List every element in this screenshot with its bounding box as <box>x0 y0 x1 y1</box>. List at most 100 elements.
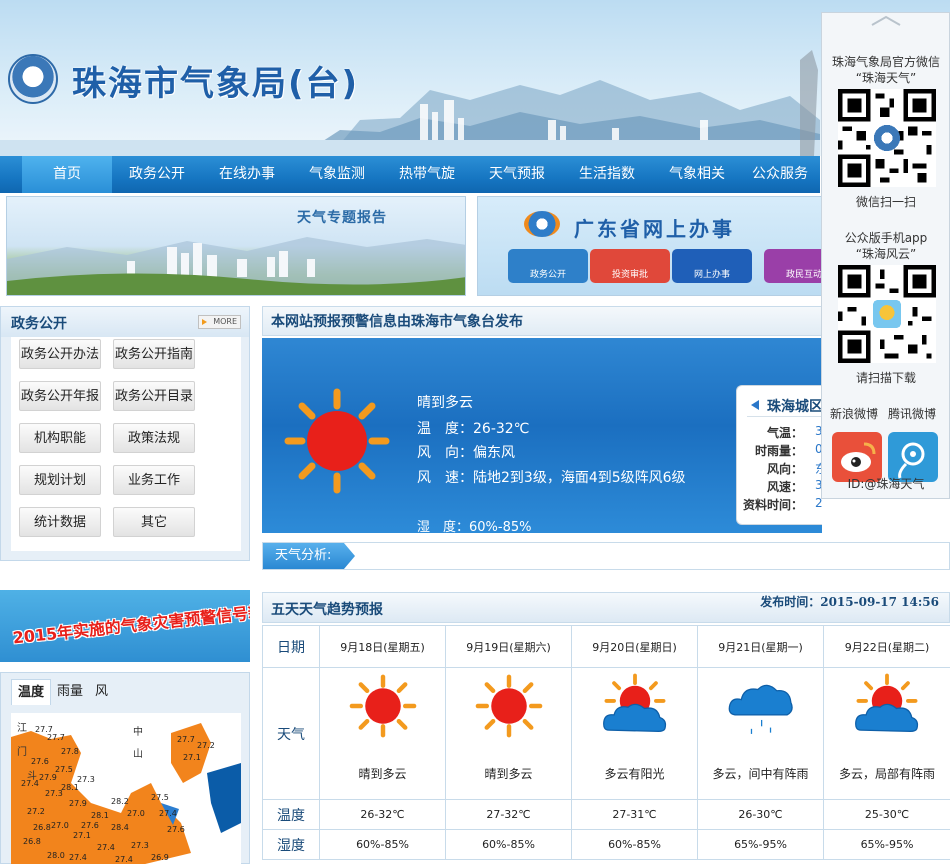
site-header: 珠海市气象局(台) <box>0 0 950 156</box>
sun-icon <box>475 674 542 738</box>
more-link[interactable]: MORE <box>198 315 241 329</box>
gd-btn-online[interactable]: 网上办事 <box>672 249 752 283</box>
weather-analysis-label[interactable]: 天气分析: <box>263 543 355 569</box>
tab-wind[interactable]: 风 <box>89 679 114 705</box>
map-label: 澳门 <box>191 854 207 863</box>
forecast-date: 9月20日(星期日) <box>571 625 698 668</box>
map-value: 27.2 <box>197 741 215 750</box>
gov-btn-functions[interactable]: 机构职能 <box>19 423 101 453</box>
gov-btn-other[interactable]: 其它 <box>113 507 195 537</box>
gov-btn-catalog[interactable]: 政务公开目录 <box>113 381 195 411</box>
qr-float-panel: 珠海气象局官方微信 “珠海天气” 微信扫一扫 公众版手机app “珠海风云” 请… <box>821 12 950 499</box>
map-value: 27.8 <box>61 747 79 756</box>
nav-item-public-service[interactable]: 公众服务 <box>742 156 818 193</box>
nav-item-life-index[interactable]: 生活指数 <box>562 156 652 193</box>
forecast-desc: 多云有阳光 <box>571 747 698 800</box>
gd-btn-gov-open[interactable]: 政务公开 <box>508 249 588 283</box>
forecast-header: 五天天气趋势预报 发布时间：2015-09-17 14:56 <box>262 592 950 623</box>
cloud-rain-icon <box>728 684 793 735</box>
gov-btn-guide[interactable]: 政务公开指南 <box>113 339 195 369</box>
gov-btn-plan[interactable]: 规划计划 <box>19 465 101 495</box>
gov-btn-method[interactable]: 政务公开办法 <box>19 339 101 369</box>
nav-item-forecast[interactable]: 天气预报 <box>472 156 562 193</box>
forecast-published: 发布时间：2015-09-17 14:56 <box>760 593 939 610</box>
sun-cloud-icon <box>855 673 919 733</box>
main-nav: 首页 政务公开 在线办事 气象监测 热带气旋 天气预报 生活指数 气象相关 公众… <box>0 156 820 193</box>
forecast-desc: 多云，局部有阵雨 <box>823 747 950 800</box>
city-row-label: 资料时间： <box>742 498 803 512</box>
gov-btn-policy[interactable]: 政策法规 <box>113 423 195 453</box>
collapse-arrow-icon[interactable] <box>870 15 902 27</box>
map-value: 27.7 <box>177 735 195 744</box>
nav-item-home[interactable]: 首页 <box>22 156 112 193</box>
qr-code-icon <box>838 265 936 363</box>
map-value: 27.4 <box>97 843 115 852</box>
map-value: 27.0 <box>127 809 145 818</box>
city-name: 珠海城区 <box>767 399 823 415</box>
nav-item-monitoring[interactable]: 气象监测 <box>292 156 382 193</box>
bureau-logo[interactable] <box>8 54 58 104</box>
table-row: 晴到多云 晴到多云 多云有阳光 多云，间中有阵雨 多云，局部有阵雨 <box>263 747 950 800</box>
warning-icons-banner[interactable]: 2015年实施的气象灾害预警信号新图标 <box>0 590 250 662</box>
weibo-id: ID:@珠海天气 <box>847 477 925 491</box>
gov-open-body: 政务公开办法 政务公开指南 政务公开年报 政务公开目录 机构职能 政策法规 规划… <box>11 337 241 551</box>
map-value: 28.2 <box>111 797 129 806</box>
map-label: 山 <box>133 749 143 760</box>
wechat-name: “珠海天气” <box>855 71 917 85</box>
forecast-temp: 26-32℃ <box>319 799 446 830</box>
forecast-temp: 26-30℃ <box>697 799 824 830</box>
forecast-temp: 27-32℃ <box>445 799 572 830</box>
gd-btn-invest[interactable]: 投资审批 <box>590 249 670 283</box>
site-title: 珠海市气象局(台) <box>72 64 360 104</box>
forecast-table: 日期 9月18日(星期五) 9月19日(星期六) 9月20日(星期日) 9月21… <box>262 625 950 860</box>
gov-btn-statistics[interactable]: 统计数据 <box>19 507 101 537</box>
nav-item-related[interactable]: 气象相关 <box>652 156 742 193</box>
nav-item-typhoon[interactable]: 热带气旋 <box>382 156 472 193</box>
today-humidity: 60%-85% <box>469 520 532 533</box>
wechat-qr-code[interactable] <box>838 89 936 187</box>
tab-rainfall[interactable]: 雨量 <box>51 679 89 705</box>
nav-item-online-service[interactable]: 在线办事 <box>202 156 292 193</box>
warning-banner-text: 2015年实施的气象灾害预警信号新图标 <box>11 598 250 648</box>
map-value: 27.4 <box>21 779 39 788</box>
gov-btn-business[interactable]: 业务工作 <box>113 465 195 495</box>
gd-online-service-banner[interactable]: 广东省网上办事 政务公开 投资审批 网上办事 政民互动 <box>477 196 837 296</box>
today-wind-speed-row: 风 速：陆地2到3级，海面4到5级阵风6级 <box>417 467 686 487</box>
today-temp: 26-32℃ <box>473 421 530 437</box>
map-value: 27.6 <box>167 825 185 834</box>
map-value: 27.5 <box>55 765 73 774</box>
forecast-date: 9月18日(星期五) <box>319 625 446 668</box>
map-value: 27.7 <box>35 725 53 734</box>
city-observation-card: 珠海城区 气温： 3 时雨量： 0 风向： 东 风速： 3 资料时间： 2 <box>736 385 827 525</box>
observation-map-panel: 温度 雨量 风 江 门 中 山 斗 27.7 27.8 27.6 27.5 27… <box>0 672 250 864</box>
forecast-icon-cell <box>823 667 950 748</box>
tencent-weibo-label: 腾讯微博 <box>888 407 937 421</box>
map-value: 27.4 <box>69 853 87 862</box>
nav-item-gov-open[interactable]: 政务公开 <box>112 156 202 193</box>
city-row-label: 风向： <box>766 462 803 476</box>
map-value: 26.9 <box>151 853 169 862</box>
forecast-humidity: 65%-95% <box>697 829 824 860</box>
today-humidity-row: 湿 度：60%-85% <box>417 516 532 533</box>
notice-title: 本网站预报预警信息由珠海市气象台发布 <box>262 306 822 336</box>
row-header-temp: 温度 <box>262 799 320 830</box>
map-value: 26.8 <box>23 837 41 846</box>
map-value: 27.2 <box>27 807 45 816</box>
sina-weibo-label: 新浪微博 <box>830 407 879 421</box>
temperature-map[interactable]: 江 门 中 山 斗 27.7 27.8 27.6 27.5 27.4 27.3 … <box>11 713 241 864</box>
weather-report-banner[interactable]: 天气专题报告 <box>6 196 466 296</box>
app-qr-code[interactable] <box>838 265 936 363</box>
map-value: 28.1 <box>91 811 109 820</box>
table-row: 日期 9月18日(星期五) 9月19日(星期六) 9月20日(星期日) 9月21… <box>262 625 950 668</box>
map-label: 江 <box>17 723 27 734</box>
tab-temperature[interactable]: 温度 <box>11 679 52 705</box>
row-header-humidity: 湿度 <box>262 829 320 860</box>
forecast-date: 9月21日(星期一) <box>697 625 824 668</box>
map-value: 27.1 <box>183 753 201 762</box>
published-label: 发布时间： <box>760 595 821 609</box>
published-time: 2015-09-17 14:56 <box>820 595 939 609</box>
today-weather-desc: 晴到多云 <box>417 395 473 411</box>
map-value: 28.4 <box>111 823 129 832</box>
today-temp-row: 温 度：26-32℃ <box>417 418 529 438</box>
gov-btn-annual[interactable]: 政务公开年报 <box>19 381 101 411</box>
